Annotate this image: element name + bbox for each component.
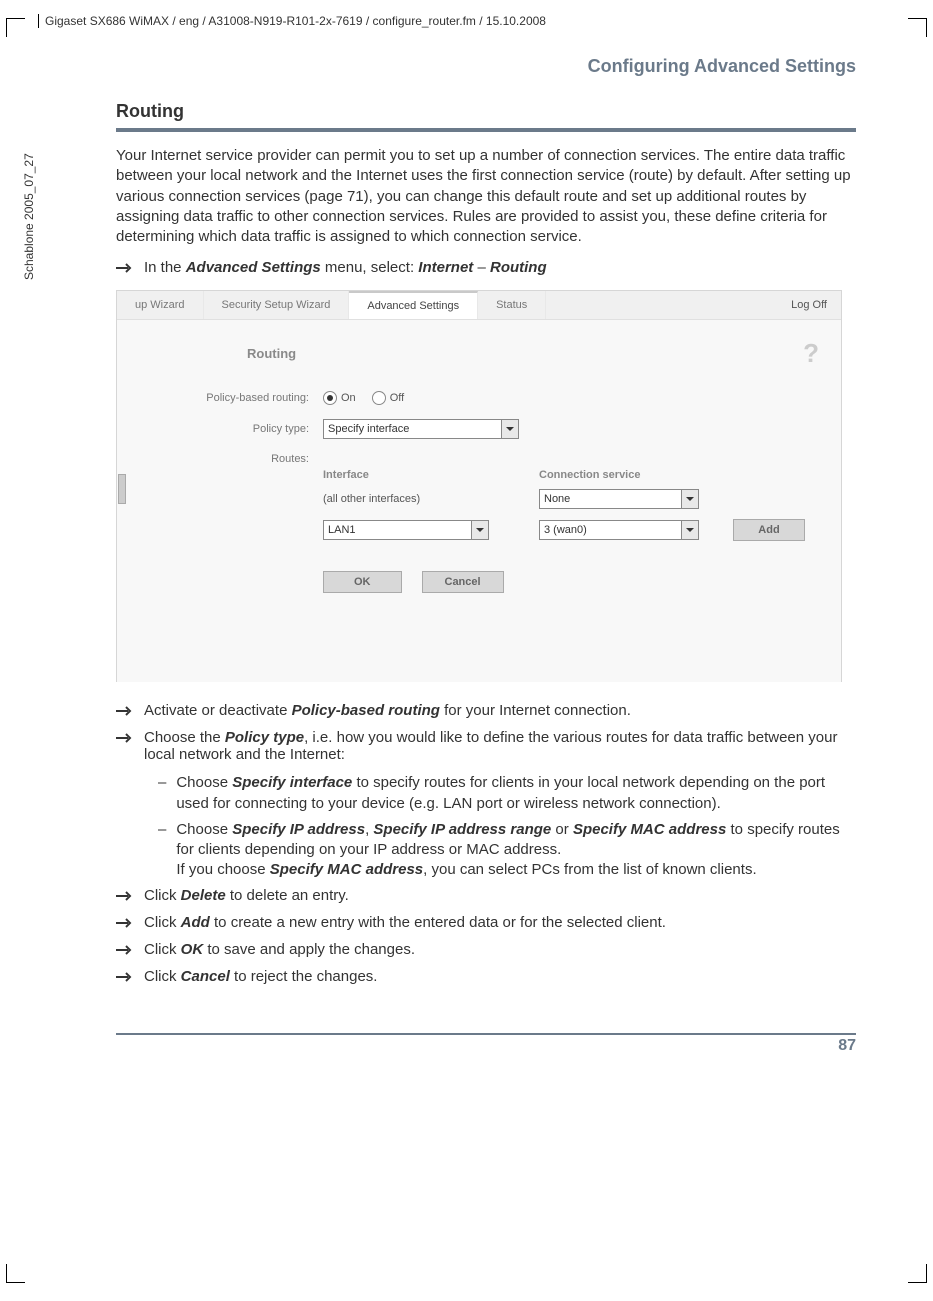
arrow-icon — [116, 944, 134, 956]
router-ui-screenshot: up Wizard Security Setup Wizard Advanced… — [116, 290, 842, 682]
dash-icon: – — [158, 773, 166, 814]
routes-row-2: LAN1 3 (wan0) Add — [323, 519, 819, 541]
radio-off-input[interactable] — [372, 391, 386, 405]
chevron-down-icon — [501, 420, 518, 438]
select-policy-type-value: Specify interface — [328, 423, 409, 435]
radio-group-policy-routing: On Off — [323, 391, 404, 405]
step-1-text: Activate or deactivate Policy-based rout… — [144, 702, 631, 719]
chevron-down-icon — [681, 521, 698, 539]
nav-instruction: In the Advanced Settings menu, select: I… — [116, 259, 856, 276]
step-2-sub-1: – Choose Specify interface to specify ro… — [158, 773, 856, 814]
radio-on-label: On — [341, 392, 356, 404]
step-5: Click OK to save and apply the changes. — [116, 941, 856, 958]
step-2-sub-1-text: Choose Specify interface to specify rout… — [176, 773, 856, 814]
step-4: Click Add to create a new entry with the… — [116, 914, 856, 931]
arrow-icon — [116, 732, 134, 744]
row1-interface: (all other interfaces) — [323, 493, 539, 505]
arrow-icon — [116, 705, 134, 717]
row-routes: Routes: — [139, 453, 819, 465]
logoff-link[interactable]: Log Off — [777, 291, 841, 319]
step-5-text: Click OK to save and apply the changes. — [144, 941, 415, 958]
panel-title: Routing — [247, 346, 296, 361]
step-2-sub-2-text: Choose Specify IP address, Specify IP ad… — [176, 820, 856, 881]
row-policy-routing: Policy-based routing: On Off — [139, 391, 819, 405]
arrow-icon — [116, 262, 134, 274]
row-policy-type: Policy type: Specify interface — [139, 419, 819, 439]
crop-mark — [908, 1264, 927, 1283]
page-number: 87 — [838, 1037, 856, 1055]
label-policy-type: Policy type: — [139, 423, 323, 435]
radio-off-label: Off — [390, 392, 404, 404]
nav-instruction-text: In the Advanced Settings menu, select: I… — [144, 259, 547, 276]
panel-body: Routing ? Policy-based routing: On Off — [117, 320, 841, 682]
select-row2-interface-value: LAN1 — [328, 524, 356, 536]
label-routes: Routes: — [139, 453, 323, 465]
document-path-text: Gigaset SX686 WiMAX / eng / A31008-N919-… — [45, 14, 546, 28]
tab-security-wizard[interactable]: Security Setup Wizard — [204, 291, 350, 319]
add-button[interactable]: Add — [733, 519, 804, 541]
arrow-icon — [116, 917, 134, 929]
ok-button[interactable]: OK — [323, 571, 402, 593]
radio-on-input[interactable] — [323, 391, 337, 405]
tab-status[interactable]: Status — [478, 291, 546, 319]
page-title: Routing — [116, 101, 856, 122]
step-4-text: Click Add to create a new entry with the… — [144, 914, 666, 931]
routes-col-headers: Interface Connection service — [323, 469, 819, 481]
select-row2-conn[interactable]: 3 (wan0) — [539, 520, 699, 540]
help-icon[interactable]: ? — [803, 338, 819, 369]
col-interface: Interface — [323, 469, 539, 481]
arrow-icon — [116, 890, 134, 902]
select-policy-type[interactable]: Specify interface — [323, 419, 519, 439]
step-1: Activate or deactivate Policy-based rout… — [116, 702, 856, 719]
page-content: Configuring Advanced Settings Routing Yo… — [116, 56, 856, 995]
step-6-text: Click Cancel to reject the changes. — [144, 968, 377, 985]
ok-cancel-row: OK Cancel — [323, 571, 819, 593]
routes-row-1: (all other interfaces) None — [323, 489, 819, 509]
step-3: Click Delete to delete an entry. — [116, 887, 856, 904]
select-row2-conn-value: 3 (wan0) — [544, 524, 587, 536]
step-2-text: Choose the Policy type, i.e. how you wou… — [144, 729, 856, 763]
crop-mark — [6, 18, 25, 37]
intro-paragraph: Your Internet service provider can permi… — [116, 146, 856, 247]
step-3-text: Click Delete to delete an entry. — [144, 887, 349, 904]
col-conn-service: Connection service — [539, 469, 640, 481]
arrow-icon — [116, 971, 134, 983]
document-path-header: Gigaset SX686 WiMAX / eng / A31008-N919-… — [38, 14, 546, 28]
side-handle — [118, 474, 126, 504]
crop-mark — [908, 18, 927, 37]
dash-icon: – — [158, 820, 166, 881]
select-row2-interface[interactable]: LAN1 — [323, 520, 489, 540]
cancel-button[interactable]: Cancel — [422, 571, 504, 593]
chevron-down-icon — [471, 521, 488, 539]
select-row1-conn[interactable]: None — [539, 489, 699, 509]
label-policy-routing: Policy-based routing: — [139, 392, 323, 404]
step-2-sub-2: – Choose Specify IP address, Specify IP … — [158, 820, 856, 881]
radio-on[interactable]: On — [323, 391, 356, 405]
template-side-label: Schablone 2005_07_27 — [22, 153, 36, 280]
step-2: Choose the Policy type, i.e. how you wou… — [116, 729, 856, 763]
step-6: Click Cancel to reject the changes. — [116, 968, 856, 985]
tab-setup-wizard[interactable]: up Wizard — [117, 291, 204, 319]
footer-rule — [116, 1033, 856, 1035]
tab-advanced-settings[interactable]: Advanced Settings — [349, 291, 478, 319]
section-header: Configuring Advanced Settings — [116, 56, 856, 77]
chevron-down-icon — [681, 490, 698, 508]
crop-mark — [6, 1264, 25, 1283]
tab-bar: up Wizard Security Setup Wizard Advanced… — [117, 291, 841, 320]
select-row1-conn-value: None — [544, 493, 570, 505]
title-rule — [116, 128, 856, 132]
radio-off[interactable]: Off — [372, 391, 404, 405]
